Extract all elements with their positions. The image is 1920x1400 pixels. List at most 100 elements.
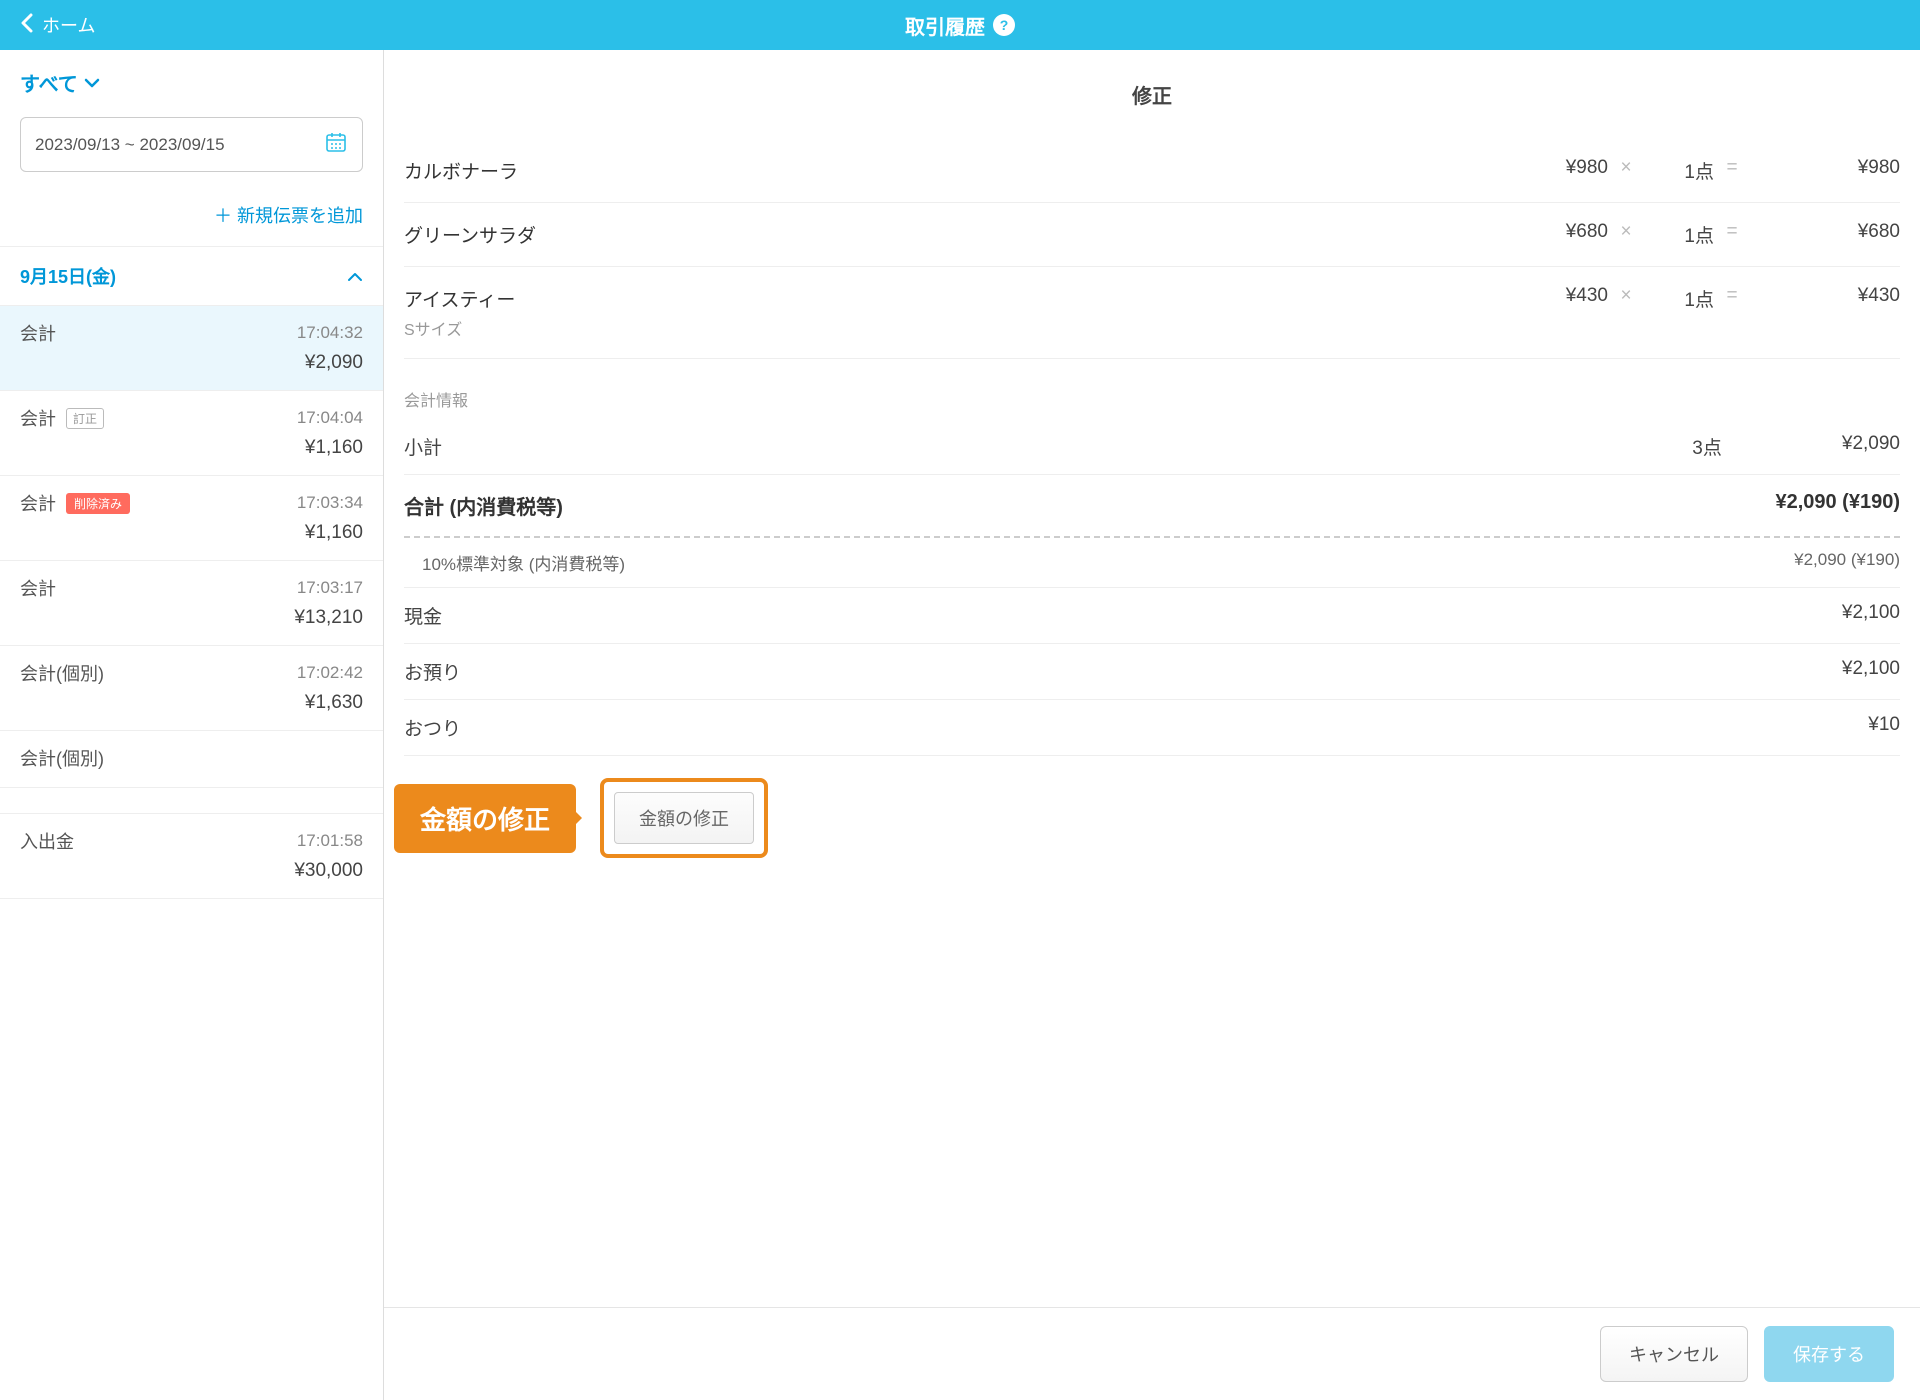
tx-time: 17:04:32 bbox=[297, 323, 363, 343]
line-price: ¥680 bbox=[1508, 221, 1608, 243]
deleted-badge: 削除済み bbox=[66, 493, 130, 514]
line-item: グリーンサラダ ¥680 × 1点 = ¥680 bbox=[404, 203, 1900, 267]
callout-label: 金額の修正 bbox=[394, 784, 576, 853]
calendar-icon bbox=[324, 130, 348, 159]
add-slip-label: 新規伝票を追加 bbox=[237, 206, 363, 226]
line-item: アイスティー Sサイズ ¥430 × 1点 = ¥430 bbox=[404, 267, 1900, 359]
tx-amount: ¥30,000 bbox=[20, 860, 363, 882]
line-name: カルボナーラ bbox=[404, 162, 518, 183]
line-name: アイスティー bbox=[404, 290, 515, 311]
transaction-item[interactable]: 会計(個別) 17:02:42 ¥1,630 bbox=[0, 646, 383, 731]
add-slip-button[interactable]: ＋ 新規伝票を追加 bbox=[214, 206, 363, 226]
tx-amount: ¥1,160 bbox=[20, 437, 363, 459]
line-total: ¥680 bbox=[1750, 221, 1900, 243]
transaction-item[interactable]: 会計 削除済み 17:03:34 ¥1,160 bbox=[0, 476, 383, 561]
line-variant: Sサイズ bbox=[404, 316, 1508, 340]
tx-label: 会計(個別) bbox=[20, 745, 104, 771]
tax-label: 10%標準対象 (内消費税等) bbox=[422, 550, 625, 575]
day-label: 9月15日(金) bbox=[20, 263, 116, 289]
line-items: カルボナーラ ¥980 × 1点 = ¥980 グリーンサラダ ¥680 × 1… bbox=[404, 139, 1900, 359]
page-title: 取引履歴 ? bbox=[905, 11, 1015, 40]
tx-amount: ¥1,160 bbox=[20, 522, 363, 544]
subtotal-label: 小計 bbox=[404, 433, 442, 460]
edit-amount-button[interactable]: 金額の修正 bbox=[614, 792, 754, 844]
line-total: ¥980 bbox=[1750, 157, 1900, 179]
transaction-item[interactable]: 入出金 17:01:58 ¥30,000 bbox=[0, 814, 383, 899]
filter-dropdown[interactable]: すべて bbox=[20, 68, 100, 97]
line-item: カルボナーラ ¥980 × 1点 = ¥980 bbox=[404, 139, 1900, 203]
tx-label: 会計 bbox=[20, 490, 56, 516]
line-qty: 1点 bbox=[1644, 157, 1714, 184]
transaction-item[interactable]: 会計 17:03:17 ¥13,210 bbox=[0, 561, 383, 646]
line-total: ¥430 bbox=[1750, 285, 1900, 307]
transaction-item[interactable]: 会計 17:04:32 ¥2,090 bbox=[0, 306, 383, 391]
change-row: おつり ¥10 bbox=[404, 700, 1900, 756]
multiply-icon: × bbox=[1608, 285, 1644, 307]
detail-title: 修正 bbox=[404, 80, 1900, 109]
tax-row: 10%標準対象 (内消費税等) ¥2,090 (¥190) bbox=[404, 538, 1900, 588]
change-label: おつり bbox=[404, 714, 461, 741]
equals-icon: = bbox=[1714, 221, 1750, 243]
help-icon[interactable]: ? bbox=[993, 14, 1015, 36]
cash-amount: ¥2,100 bbox=[1842, 602, 1900, 629]
correction-badge: 訂正 bbox=[66, 408, 104, 429]
chevron-left-icon bbox=[20, 13, 34, 38]
total-label: 合計 (内消費税等) bbox=[404, 491, 563, 520]
subtotal-amount: ¥2,090 bbox=[1842, 433, 1900, 460]
tx-amount: ¥1,630 bbox=[20, 692, 363, 714]
tx-label: 会計(個別) bbox=[20, 660, 104, 686]
date-range-text: 2023/09/13 ~ 2023/09/15 bbox=[35, 135, 225, 155]
line-price: ¥980 bbox=[1508, 157, 1608, 179]
tx-label: 会計 bbox=[20, 405, 56, 431]
tendered-label: お預り bbox=[404, 658, 461, 685]
list-gap bbox=[0, 788, 383, 814]
page-title-text: 取引履歴 bbox=[905, 11, 985, 40]
sidebar: すべて 2023/09/13 ~ 2023/09/15 ＋ 新規伝票を追加 9月… bbox=[0, 50, 384, 1400]
line-price: ¥430 bbox=[1508, 285, 1608, 307]
cash-label: 現金 bbox=[404, 602, 442, 629]
subtotal-row: 小計 3点 ¥2,090 bbox=[404, 419, 1900, 475]
tx-time: 17:01:58 bbox=[297, 831, 363, 851]
multiply-icon: × bbox=[1608, 221, 1644, 243]
equals-icon: = bbox=[1714, 285, 1750, 307]
tx-amount: ¥13,210 bbox=[20, 607, 363, 629]
cash-row: 現金 ¥2,100 bbox=[404, 588, 1900, 644]
transaction-item[interactable]: 会計 訂正 17:04:04 ¥1,160 bbox=[0, 391, 383, 476]
cancel-button[interactable]: キャンセル bbox=[1600, 1326, 1748, 1382]
highlight-box: 金額の修正 bbox=[600, 778, 768, 858]
back-button[interactable]: ホーム bbox=[20, 12, 95, 38]
save-button[interactable]: 保存する bbox=[1764, 1326, 1894, 1382]
change-amount: ¥10 bbox=[1868, 714, 1900, 741]
main-panel: 修正 カルボナーラ ¥980 × 1点 = ¥980 グリーンサラダ ¥680 … bbox=[384, 50, 1920, 1400]
chevron-up-icon bbox=[347, 266, 363, 287]
date-range-picker[interactable]: 2023/09/13 ~ 2023/09/15 bbox=[20, 117, 363, 172]
multiply-icon: × bbox=[1608, 157, 1644, 179]
tax-amount: ¥2,090 (¥190) bbox=[1794, 550, 1900, 575]
tx-label: 会計 bbox=[20, 320, 56, 346]
transaction-item[interactable]: 会計(個別) bbox=[0, 731, 383, 788]
section-label: 会計情報 bbox=[404, 387, 1900, 411]
tendered-row: お預り ¥2,100 bbox=[404, 644, 1900, 700]
filter-label: すべて bbox=[20, 68, 78, 97]
tx-time: 17:02:42 bbox=[297, 663, 363, 683]
footer-actions: キャンセル 保存する bbox=[384, 1307, 1920, 1400]
equals-icon: = bbox=[1714, 157, 1750, 179]
app-header: ホーム 取引履歴 ? bbox=[0, 0, 1920, 50]
line-qty: 1点 bbox=[1644, 221, 1714, 248]
tx-time: 17:04:04 bbox=[297, 408, 363, 428]
subtotal-qty: 3点 bbox=[1692, 433, 1722, 460]
chevron-down-icon bbox=[84, 71, 100, 94]
total-amount: ¥2,090 (¥190) bbox=[1775, 491, 1900, 520]
back-label: ホーム bbox=[42, 12, 95, 38]
line-qty: 1点 bbox=[1644, 285, 1714, 312]
callout-wrap: 金額の修正 金額の修正 bbox=[394, 778, 1900, 858]
tx-time: 17:03:17 bbox=[297, 578, 363, 598]
line-name: グリーンサラダ bbox=[404, 226, 536, 247]
tx-label: 会計 bbox=[20, 575, 56, 601]
day-group-header[interactable]: 9月15日(金) bbox=[0, 247, 383, 306]
tendered-amount: ¥2,100 bbox=[1842, 658, 1900, 685]
tx-time: 17:03:34 bbox=[297, 493, 363, 513]
tx-amount: ¥2,090 bbox=[20, 352, 363, 374]
total-row: 合計 (内消費税等) ¥2,090 (¥190) bbox=[404, 475, 1900, 538]
tx-label: 入出金 bbox=[20, 828, 74, 854]
